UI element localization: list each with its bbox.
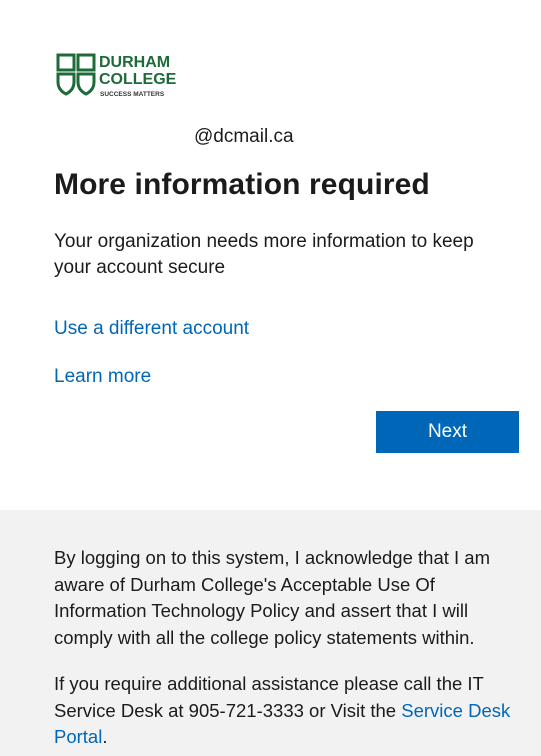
sign-in-card: DURHAM COLLEGE SUCCESS MATTERS @dcmail.c… <box>0 0 541 510</box>
logo-line2: COLLEGE <box>99 71 177 88</box>
account-username: @dcmail.ca <box>194 126 294 147</box>
footer-panel: By logging on to this system, I acknowle… <box>0 510 541 756</box>
description-text: Your organization needs more information… <box>54 231 474 278</box>
logo-tagline: SUCCESS MATTERS <box>100 91 165 98</box>
durham-college-logo: DURHAM COLLEGE SUCCESS MATTERS <box>55 52 195 102</box>
acceptable-use-notice: By logging on to this system, I acknowle… <box>54 547 491 648</box>
use-different-account-link[interactable]: Use a different account <box>54 318 249 340</box>
help-text: If you require additional assistance ple… <box>54 671 524 751</box>
help-text-suffix: . <box>102 726 108 747</box>
logo-line1: DURHAM <box>99 54 170 71</box>
learn-more-link[interactable]: Learn more <box>54 366 151 388</box>
next-button[interactable]: Next <box>376 411 519 453</box>
page-title: More information required <box>54 168 430 201</box>
